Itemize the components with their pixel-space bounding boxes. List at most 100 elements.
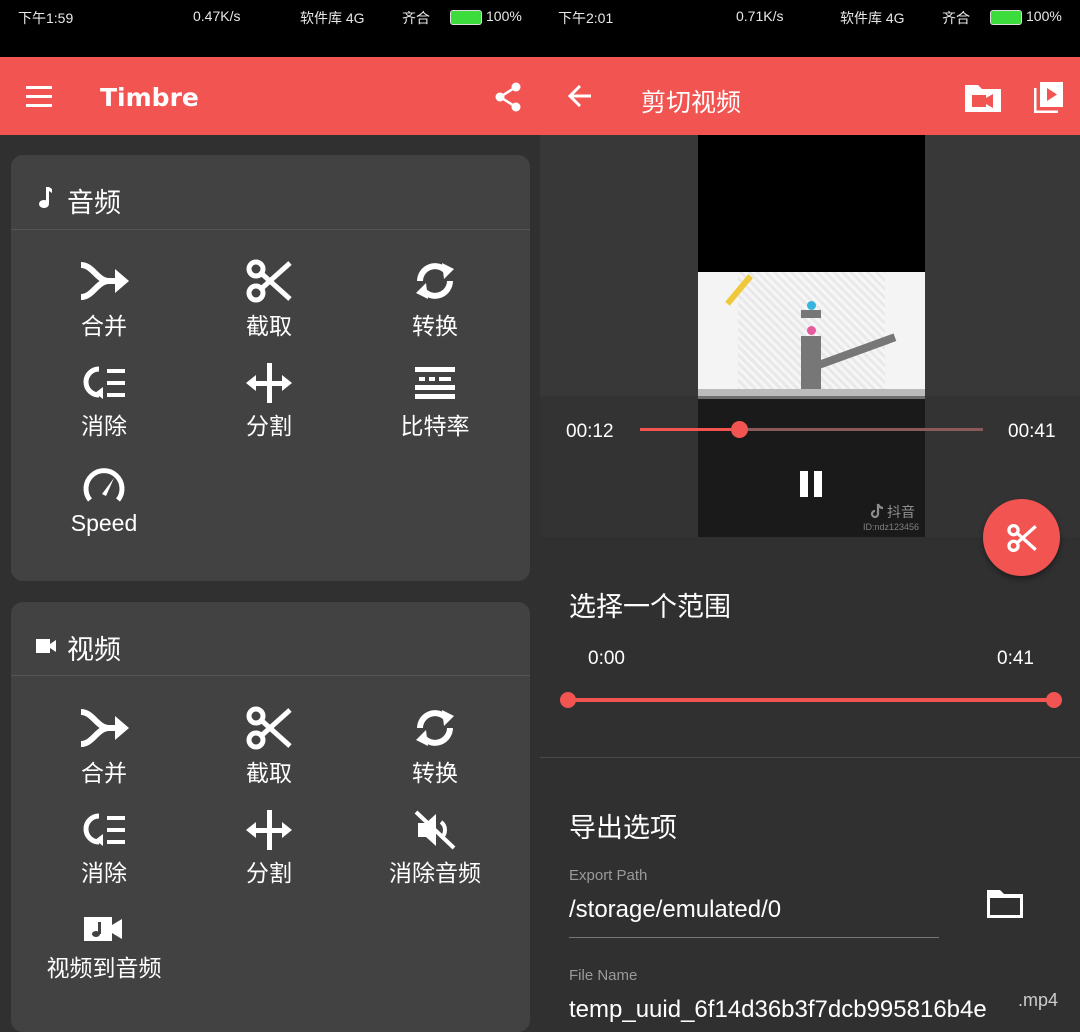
- scissors-icon: [1007, 523, 1037, 553]
- tool-label: 消除音频: [389, 861, 481, 887]
- folder-icon[interactable]: [986, 887, 1024, 923]
- status-bar: 下午2:01 0.71K/s 软件库 4G 齐合 100%: [540, 0, 1080, 57]
- tower-top: [801, 310, 821, 318]
- audio-tool-bitrate[interactable]: 比特率: [355, 363, 515, 441]
- range-start-label: 0:00: [588, 648, 625, 669]
- video-to-audio-icon: [84, 917, 122, 941]
- carrier-label-2: 齐合: [402, 10, 430, 26]
- audio-tool-convert[interactable]: 转换: [355, 259, 515, 341]
- remove-icon: [83, 813, 125, 846]
- total-time: 00:41: [1008, 421, 1056, 442]
- carrier-label: 软件库 4G: [840, 10, 905, 26]
- app-title: Timbre: [100, 83, 199, 112]
- tool-label: 消除: [81, 414, 127, 440]
- video-thumbnail: [698, 272, 925, 399]
- network-speed: 0.71K/s: [736, 8, 784, 24]
- speed-icon: [83, 468, 125, 502]
- share-icon[interactable]: [494, 82, 522, 116]
- tool-label: Speed: [70, 510, 138, 536]
- audio-card-title: 音频: [67, 188, 121, 219]
- audio-card: 音频 合并 截取 转换 消除 分割 比特率 Speed: [11, 155, 530, 581]
- range-section-title: 选择一个范围: [569, 592, 731, 623]
- video-folder-icon[interactable]: [964, 81, 1002, 117]
- seek-bar[interactable]: [640, 421, 983, 438]
- pause-icon[interactable]: [798, 469, 824, 503]
- export-section-title: 导出选项: [569, 813, 677, 844]
- range-end-thumb[interactable]: [1046, 692, 1062, 708]
- file-name-hint: File Name: [569, 967, 638, 984]
- audio-tool-remove[interactable]: 消除: [24, 363, 184, 441]
- scissors-icon: [246, 706, 292, 750]
- tool-label: 截取: [246, 314, 292, 340]
- left-screen: 下午1:59 0.47K/s 软件库 4G 齐合 100% Timbre 音频 …: [0, 0, 540, 1032]
- remove-icon: [83, 366, 125, 399]
- export-path-hint: Export Path: [569, 867, 648, 884]
- carrier-label: 软件库 4G: [300, 10, 365, 26]
- video-tool-cut[interactable]: 截取: [189, 706, 349, 788]
- back-arrow-icon[interactable]: [567, 84, 592, 111]
- ball-pink: [807, 326, 816, 335]
- status-bar: 下午1:59 0.47K/s 软件库 4G 齐合 100%: [0, 0, 540, 57]
- video-player[interactable]: 抖音 ID:ndz123456 00:12 00:41: [540, 135, 1080, 537]
- merge-icon: [80, 262, 129, 300]
- battery-percent: 100%: [1026, 8, 1062, 24]
- tool-label: 分割: [246, 861, 292, 887]
- scissors-icon: [246, 259, 292, 303]
- videocam-icon: [36, 638, 56, 657]
- export-path-underline: [569, 937, 939, 938]
- menu-icon[interactable]: [26, 86, 54, 112]
- video-card: 视频 合并 截取 转换 消除 分割 消除音频 视频到音频: [11, 602, 530, 1032]
- video-tool-convert[interactable]: 转换: [355, 706, 515, 788]
- tool-label: 视频到音频: [46, 956, 162, 982]
- tool-label: 转换: [412, 761, 458, 787]
- audio-tool-cut[interactable]: 截取: [189, 259, 349, 341]
- cut-fab-button[interactable]: [983, 499, 1060, 576]
- video-tool-video-to-audio[interactable]: 视频到音频: [24, 913, 184, 983]
- carrier-label-2: 齐合: [942, 10, 970, 26]
- mute-icon: [414, 810, 456, 850]
- audio-tool-speed[interactable]: Speed: [24, 466, 184, 537]
- video-tool-split[interactable]: 分割: [189, 810, 349, 888]
- convert-icon: [416, 710, 454, 746]
- file-name-field[interactable]: temp_uuid_6f14d36b3f7dcb995816b4e: [569, 996, 1009, 1024]
- range-slider[interactable]: [560, 692, 1062, 708]
- battery-icon: [990, 10, 1022, 25]
- ball-blue: [807, 301, 816, 310]
- tool-label: 合并: [81, 761, 127, 787]
- video-tool-merge[interactable]: 合并: [24, 706, 184, 788]
- range-start-thumb[interactable]: [560, 692, 576, 708]
- file-extension-label: .mp4: [1018, 990, 1059, 1010]
- split-icon: [246, 363, 292, 403]
- video-tool-remove[interactable]: 消除: [24, 810, 184, 888]
- seek-bar-progress: [640, 428, 740, 431]
- merge-icon: [80, 709, 129, 747]
- card-divider: [11, 229, 530, 230]
- video-card-title: 视频: [67, 635, 121, 666]
- audio-tool-merge[interactable]: 合并: [24, 259, 184, 341]
- section-divider: [540, 757, 1080, 758]
- battery-icon: [450, 10, 482, 25]
- range-end-label: 0:41: [997, 648, 1034, 669]
- app-bar: 剪切视频: [540, 57, 1080, 135]
- app-bar: Timbre: [0, 57, 540, 135]
- current-time: 00:12: [566, 421, 614, 442]
- card-divider: [11, 675, 530, 676]
- audio-tool-split[interactable]: 分割: [189, 363, 349, 441]
- network-speed: 0.47K/s: [193, 8, 241, 24]
- screen-title: 剪切视频: [641, 88, 742, 117]
- bitrate-icon: [415, 367, 455, 399]
- status-time: 下午1:59: [18, 10, 74, 26]
- tool-label: 截取: [246, 761, 292, 787]
- tool-label: 比特率: [400, 414, 470, 440]
- video-tool-mute[interactable]: 消除音频: [355, 810, 515, 888]
- battery-percent: 100%: [486, 8, 522, 24]
- tool-label: 分割: [246, 414, 292, 440]
- export-path-field[interactable]: /storage/emulated/0: [569, 896, 781, 924]
- right-screen: 下午2:01 0.71K/s 软件库 4G 齐合 100% 剪切视频 00:12…: [540, 0, 1080, 1023]
- video-library-icon[interactable]: [1033, 81, 1064, 117]
- music-note-icon: [38, 187, 52, 213]
- tool-label: 转换: [412, 314, 458, 340]
- convert-icon: [416, 263, 454, 299]
- status-time: 下午2:01: [558, 10, 614, 26]
- tool-label: 合并: [81, 314, 127, 340]
